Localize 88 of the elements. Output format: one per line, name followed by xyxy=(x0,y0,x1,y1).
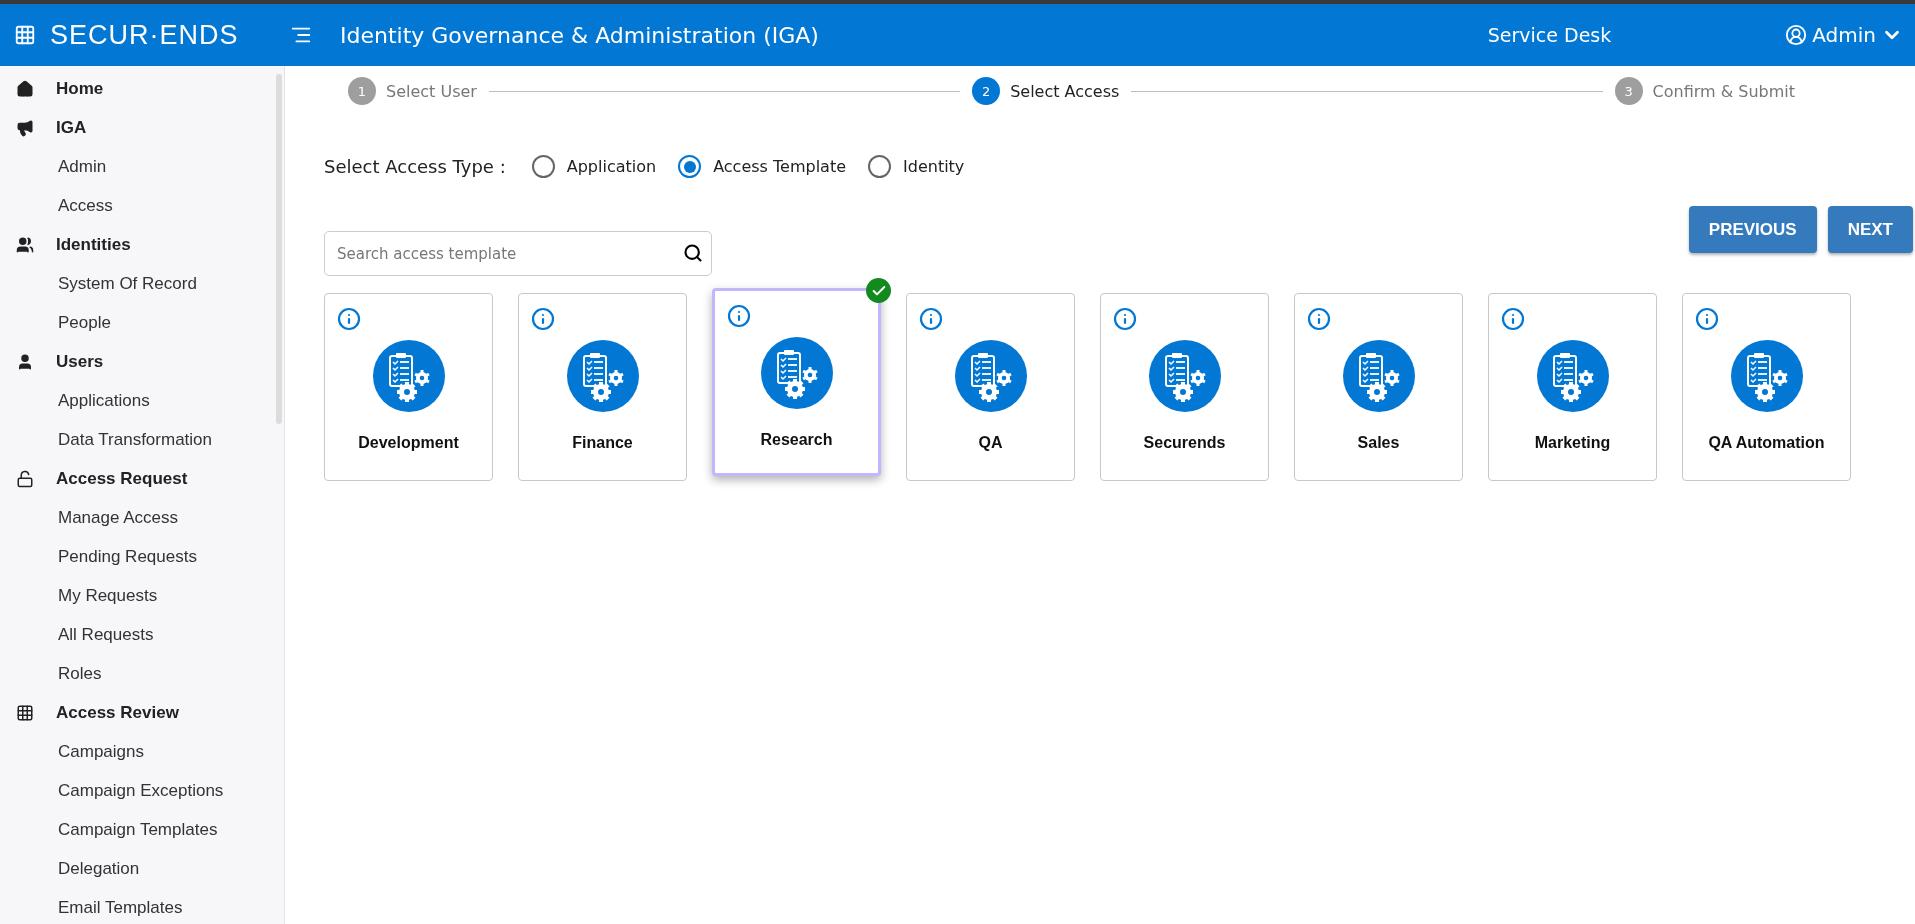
info-icon[interactable] xyxy=(337,307,361,331)
sidebar-item[interactable]: Campaign Exceptions xyxy=(0,771,284,810)
lock-icon xyxy=(16,469,34,488)
template-card[interactable]: Development xyxy=(324,293,493,481)
card-label: Marketing xyxy=(1534,434,1611,452)
clipboard-gears-icon xyxy=(566,340,639,412)
scrollbar[interactable] xyxy=(276,74,282,424)
sidebar-section[interactable]: Access Review xyxy=(0,693,284,732)
search-field[interactable]: Search access template xyxy=(324,231,712,276)
sidebar-section[interactable]: Users xyxy=(0,342,284,381)
radio-icon[interactable] xyxy=(868,155,891,178)
next-button[interactable]: NEXT xyxy=(1827,206,1913,253)
clipboard-gears-icon xyxy=(1342,340,1415,412)
info-icon[interactable] xyxy=(531,307,555,331)
radio-icon[interactable] xyxy=(531,155,555,178)
card-label: QA Automation xyxy=(1708,434,1825,452)
template-card[interactable]: Finance xyxy=(518,293,687,481)
sidebar-item[interactable]: Access xyxy=(0,186,284,225)
apps-grid-icon[interactable] xyxy=(14,24,36,46)
sidebar-section[interactable]: Access Request xyxy=(0,459,284,498)
step-number: 2 xyxy=(972,77,1001,105)
sidebar-item[interactable]: Applications xyxy=(0,381,284,420)
access-type-label: Select Access Type : xyxy=(324,156,506,177)
step-number: 1 xyxy=(348,77,376,105)
sidebar-section[interactable]: IGA xyxy=(0,108,284,147)
grid-icon xyxy=(16,703,34,722)
step-label: Confirm & Submit xyxy=(1652,81,1795,101)
info-icon[interactable] xyxy=(1307,307,1331,331)
person-icon xyxy=(16,352,34,371)
clipboard-gears-icon xyxy=(954,340,1027,412)
sidebar-item[interactable]: Pending Requests xyxy=(0,537,284,576)
clipboard-gears-icon xyxy=(1730,340,1803,412)
step-label: Select Access xyxy=(1010,81,1120,101)
sidebar-item[interactable]: Delegation xyxy=(0,849,284,888)
megaphone-icon xyxy=(16,118,34,137)
previous-button[interactable]: PREVIOUS xyxy=(1688,206,1817,253)
radio-option[interactable]: Application xyxy=(531,155,657,178)
clipboard-gears-icon xyxy=(760,337,833,409)
template-card[interactable]: Research xyxy=(712,288,881,476)
radio-option[interactable]: Access Template xyxy=(678,155,846,178)
sidebar-item[interactable]: Campaign Templates xyxy=(0,810,284,849)
sidebar-item[interactable]: Manage Access xyxy=(0,498,284,537)
info-icon[interactable] xyxy=(1113,307,1137,331)
template-card[interactable]: QA Automation xyxy=(1682,293,1851,481)
sidebar-item[interactable]: Data Transformation xyxy=(0,420,284,459)
sidebar-item[interactable]: Admin xyxy=(0,147,284,186)
people-icon xyxy=(16,235,34,254)
home-icon xyxy=(16,79,34,98)
page-title: Identity Governance & Administration (IGA) xyxy=(340,22,820,48)
sidebar-item[interactable]: All Requests xyxy=(0,615,284,654)
radio-label: Access Template xyxy=(713,157,846,176)
template-card[interactable]: QA xyxy=(906,293,1075,481)
step-number: 3 xyxy=(1614,77,1643,105)
clipboard-gears-icon xyxy=(1536,340,1609,412)
card-label: Sales xyxy=(1357,434,1400,452)
info-icon[interactable] xyxy=(1695,307,1719,331)
radio-label: Application xyxy=(566,157,657,176)
logo: SECUR·ENDS xyxy=(50,19,240,51)
sidebar-item[interactable]: System Of Record xyxy=(0,264,284,303)
card-label: Research xyxy=(760,431,833,449)
info-icon[interactable] xyxy=(1501,307,1525,331)
check-icon xyxy=(866,278,891,303)
radio-icon[interactable] xyxy=(678,155,702,178)
info-icon[interactable] xyxy=(727,304,751,328)
info-icon[interactable] xyxy=(919,307,943,331)
card-label: Development xyxy=(358,434,459,452)
sidebar-item[interactable]: People xyxy=(0,303,284,342)
template-card[interactable]: Securends xyxy=(1100,293,1269,481)
clipboard-gears-icon xyxy=(1148,340,1221,412)
clipboard-gears-icon xyxy=(372,340,445,412)
card-label: Securends xyxy=(1143,434,1226,452)
sidebar-item[interactable]: Campaigns xyxy=(0,732,284,771)
card-label: QA xyxy=(978,434,1003,452)
sidebar-item[interactable]: My Requests xyxy=(0,576,284,615)
sidebar-item[interactable]: Roles xyxy=(0,654,284,693)
card-label: Finance xyxy=(572,434,633,452)
template-card[interactable]: Sales xyxy=(1294,293,1463,481)
template-card[interactable]: Marketing xyxy=(1488,293,1657,481)
user-avatar-icon xyxy=(1785,24,1808,46)
sidebar-item[interactable]: Email Templates xyxy=(0,888,284,924)
user-menu-button[interactable]: Admin xyxy=(1785,23,1903,47)
search-icon[interactable] xyxy=(683,243,703,263)
sidebar-section[interactable]: Home xyxy=(0,69,284,108)
radio-option[interactable]: Identity xyxy=(868,155,965,178)
sidebar-section[interactable]: Identities xyxy=(0,225,284,264)
step-label: Select User xyxy=(386,81,477,101)
service-desk-label: Service Desk xyxy=(1487,24,1612,46)
radio-label: Identity xyxy=(903,157,965,176)
